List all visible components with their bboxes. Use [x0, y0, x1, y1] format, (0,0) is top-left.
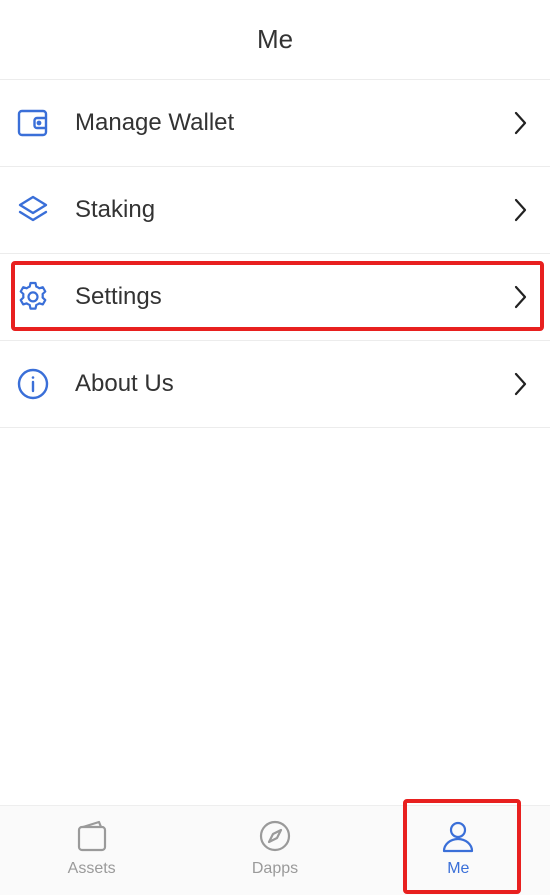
menu-item-staking[interactable]: Staking	[0, 167, 550, 254]
tab-label: Dapps	[251, 860, 299, 877]
wallet-icon	[16, 106, 50, 140]
header-bar: Me	[0, 0, 550, 80]
gear-icon	[16, 280, 50, 314]
compass-icon	[257, 818, 293, 854]
menu-list: Manage Wallet Staking Settings About Us	[0, 80, 550, 428]
menu-item-label: Settings	[75, 283, 162, 310]
layers-icon	[16, 193, 50, 227]
chevron-right-icon	[510, 109, 530, 137]
tab-dapps[interactable]: Dapps	[183, 806, 366, 895]
menu-item-label: About Us	[75, 370, 174, 397]
menu-item-about-us[interactable]: About Us	[0, 341, 550, 428]
chevron-right-icon	[510, 196, 530, 224]
chevron-right-icon	[510, 370, 530, 398]
menu-item-label: Manage Wallet	[75, 109, 235, 136]
info-icon	[16, 367, 50, 401]
wallet-tab-icon	[74, 818, 110, 854]
tab-me[interactable]: Me	[367, 806, 550, 895]
menu-item-label: Staking	[75, 196, 156, 223]
tab-label: Assets	[67, 860, 116, 877]
page-title: Me	[256, 24, 294, 54]
tab-assets[interactable]: Assets	[0, 806, 183, 895]
chevron-right-icon	[510, 283, 530, 311]
user-icon	[440, 818, 476, 854]
menu-item-settings[interactable]: Settings	[0, 254, 550, 341]
bottom-tab-bar: Assets Dapps Me	[0, 805, 550, 895]
menu-item-manage-wallet[interactable]: Manage Wallet	[0, 80, 550, 167]
tab-label: Me	[447, 860, 470, 877]
